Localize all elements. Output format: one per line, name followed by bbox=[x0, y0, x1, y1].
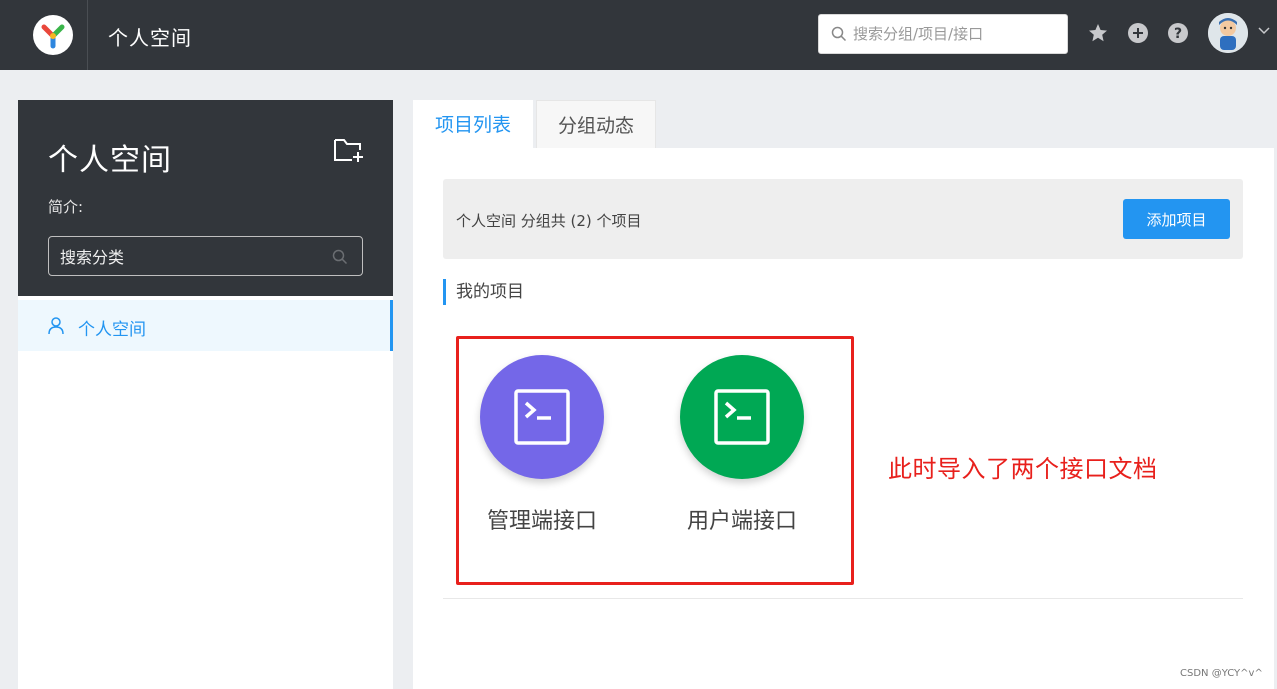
caret-down-icon[interactable] bbox=[1258, 26, 1270, 36]
plus-icon[interactable] bbox=[1127, 22, 1149, 44]
my-projects-heading: 我的项目 bbox=[443, 279, 524, 305]
add-project-button[interactable]: 添加项目 bbox=[1123, 199, 1230, 239]
category-search-input[interactable] bbox=[60, 245, 320, 269]
logo-icon bbox=[33, 15, 73, 55]
sidebar-item-label: 个人空间 bbox=[78, 320, 146, 340]
user-icon bbox=[48, 317, 64, 335]
annotation-text: 此时导入了两个接口文档 bbox=[888, 455, 1158, 483]
tab-group-activity[interactable]: 分组动态 bbox=[536, 100, 656, 150]
add-folder-icon[interactable] bbox=[333, 136, 365, 164]
tab-project-list[interactable]: 项目列表 bbox=[413, 100, 533, 150]
sidebar-intro-label: 简介: bbox=[48, 198, 84, 216]
header-title: 个人空间 bbox=[108, 26, 192, 50]
category-search[interactable] bbox=[48, 236, 363, 276]
star-icon[interactable] bbox=[1087, 22, 1109, 44]
watermark: CSDN @YCY^v^ bbox=[1180, 668, 1263, 679]
annotation-highlight-box bbox=[456, 336, 854, 585]
svg-text:?: ? bbox=[1174, 26, 1182, 42]
sidebar-item-personal-space[interactable]: 个人空间 bbox=[18, 300, 393, 351]
logo-button[interactable] bbox=[18, 0, 88, 70]
help-icon[interactable]: ? bbox=[1167, 22, 1189, 44]
project-count-text: 个人空间 分组共 (2) 个项目 bbox=[456, 212, 642, 230]
global-search[interactable] bbox=[818, 14, 1068, 54]
search-icon bbox=[831, 26, 847, 42]
top-header: 个人空间 ? bbox=[0, 0, 1277, 70]
search-icon bbox=[332, 249, 348, 265]
sidebar-title: 个人空间 bbox=[48, 143, 172, 178]
sidebar: 个人空间 简介: 个人空间 bbox=[18, 100, 393, 689]
divider bbox=[443, 598, 1243, 599]
avatar[interactable] bbox=[1208, 13, 1248, 53]
sidebar-header: 个人空间 简介: bbox=[18, 100, 393, 296]
project-info-bar: 个人空间 分组共 (2) 个项目 添加项目 bbox=[443, 179, 1243, 259]
search-input[interactable] bbox=[853, 21, 1058, 47]
